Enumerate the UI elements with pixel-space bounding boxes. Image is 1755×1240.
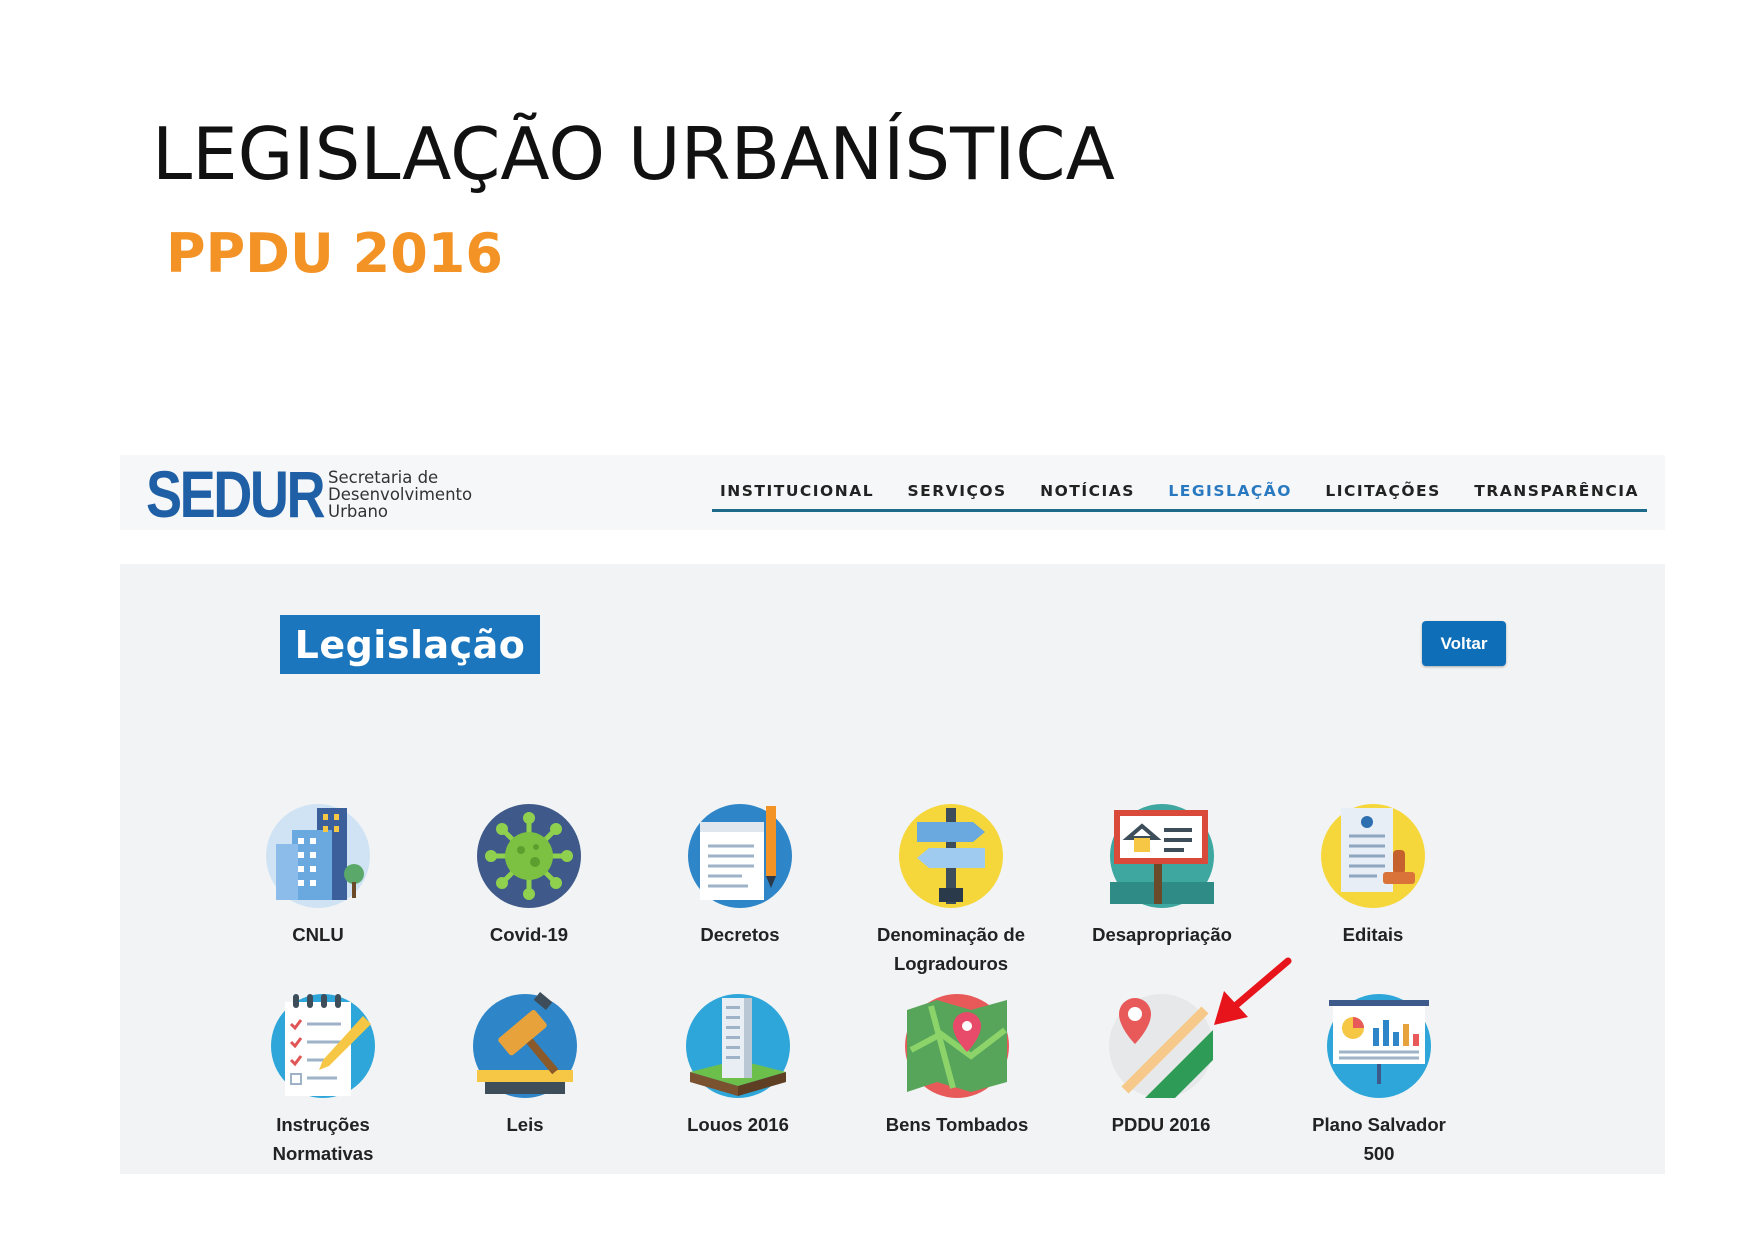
presentation-chart-icon (1327, 994, 1431, 1098)
tower-icon (686, 994, 790, 1098)
tile-label: Editais (1342, 924, 1404, 945)
nav-licitacoes[interactable]: LICITAÇÕES (1325, 482, 1440, 500)
tile-leis[interactable]: Leis (420, 990, 630, 1139)
nav-legislacao[interactable]: LEGISLAÇÃO (1168, 482, 1292, 500)
tile-label-line: Instruções (276, 1114, 370, 1135)
stamp-document-icon (1321, 804, 1425, 908)
tile-cnlu[interactable]: CNLU (213, 800, 423, 949)
logo-subtitle: Secretaria de Desenvolvimento Urbano (328, 469, 472, 520)
slide-subtitle: PPDU 2016 (166, 222, 503, 285)
tile-plano-salvador-500[interactable]: Plano Salvador 500 (1274, 990, 1484, 1168)
logo-subtitle-line: Urbano (328, 501, 388, 521)
tile-label: Louos 2016 (687, 1114, 789, 1135)
tile-bens-tombados[interactable]: Bens Tombados (852, 990, 1062, 1139)
tile-label: Instruções Normativas (218, 1110, 428, 1168)
map-pin-icon (905, 994, 1009, 1098)
nav-noticias[interactable]: NOTÍCIAS (1040, 482, 1135, 500)
tile-label-line: Plano Salvador (1312, 1114, 1446, 1135)
sedur-logo[interactable]: SEDUR Secretaria de Desenvolvimento Urba… (146, 457, 472, 531)
tile-label-line: 500 (1363, 1143, 1395, 1164)
tile-label-line: Logradouros (893, 953, 1009, 974)
nav-institucional[interactable]: INSTITUCIONAL (720, 482, 874, 500)
virus-icon (477, 804, 581, 908)
tile-label-line: Normativas (272, 1143, 374, 1164)
tile-label: Desapropriação (1092, 924, 1232, 945)
back-button[interactable]: Voltar (1422, 621, 1506, 666)
city-buildings-icon (266, 804, 370, 908)
logo-wordmark: SEDUR (146, 457, 326, 531)
tile-label: CNLU (292, 924, 344, 945)
page-heading: Legislação (280, 615, 540, 674)
logo-subtitle-line: Desenvolvimento (328, 484, 473, 504)
tile-label: Bens Tombados (885, 1114, 1029, 1135)
checklist-icon (271, 994, 375, 1098)
tile-label: Plano Salvador 500 (1274, 1110, 1484, 1168)
nav-transparencia[interactable]: TRANSPARÊNCIA (1474, 482, 1639, 500)
tile-label: Covid-19 (489, 924, 569, 945)
red-arrow-icon (1214, 957, 1292, 1025)
tile-desapropriacao[interactable]: Desapropriação (1057, 800, 1267, 949)
gavel-icon (473, 992, 577, 1098)
tile-louos-2016[interactable]: Louos 2016 (633, 990, 843, 1139)
nav-servicos[interactable]: SERVIÇOS (908, 482, 1007, 500)
tile-decretos[interactable]: Decretos (635, 800, 845, 949)
slide-title: LEGISLAÇÃO URBANÍSTICA (152, 112, 1115, 196)
document-pen-icon (688, 804, 792, 908)
signpost-icon (899, 804, 1003, 908)
tile-covid-19[interactable]: Covid-19 (424, 800, 634, 949)
tile-instrucoes-normativas[interactable]: Instruções Normativas (218, 990, 428, 1168)
tile-label: Decretos (700, 924, 780, 945)
tile-label: PDDU 2016 (1111, 1114, 1211, 1135)
tile-label: Denominação de Logradouros (846, 920, 1056, 978)
tile-denominacao-de-logradouros[interactable]: Denominação de Logradouros (846, 800, 1056, 978)
tile-editais[interactable]: Editais (1268, 800, 1478, 949)
logo-subtitle-line: Secretaria de (328, 467, 439, 487)
tile-label-line: Denominação de (876, 924, 1026, 945)
tile-label: Leis (506, 1114, 544, 1135)
main-nav: INSTITUCIONAL SERVIÇOS NOTÍCIAS LEGISLAÇ… (712, 472, 1647, 512)
real-estate-sign-icon (1110, 804, 1214, 908)
